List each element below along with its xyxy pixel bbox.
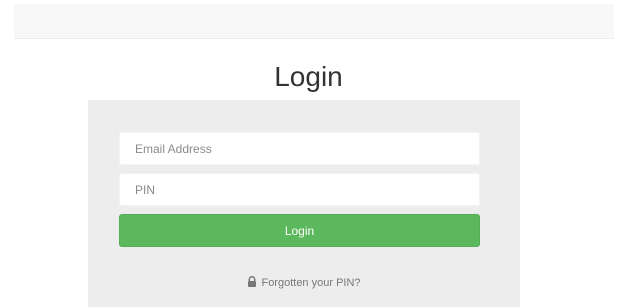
pin-field[interactable]: [119, 173, 480, 206]
forgot-pin-label: Forgotten your PIN?: [261, 277, 361, 289]
forgot-pin-link[interactable]: Forgotten your PIN?: [88, 276, 520, 291]
email-field[interactable]: [119, 132, 480, 165]
login-panel: Login Forgotten your PIN?: [88, 100, 520, 307]
top-navigation-bar: [14, 4, 614, 39]
page-title: Login: [274, 61, 343, 92]
login-button[interactable]: Login: [119, 214, 480, 247]
login-page: Login Login Forgotten your PIN?: [0, 0, 617, 307]
lock-icon: [247, 276, 257, 291]
